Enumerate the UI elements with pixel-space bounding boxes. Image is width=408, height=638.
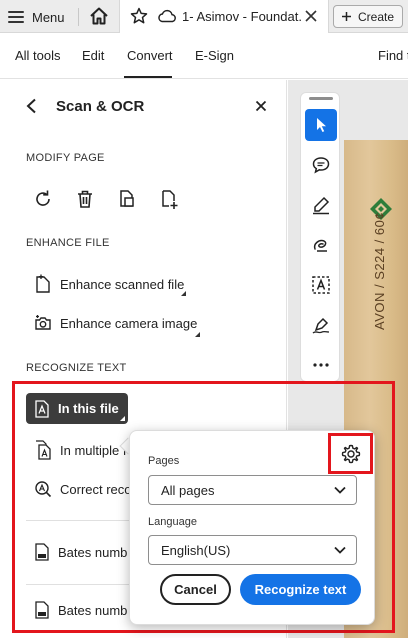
language-select[interactable]: English(US)	[148, 535, 357, 565]
close-panel-icon[interactable]	[255, 100, 267, 112]
more-tools-button[interactable]	[305, 349, 337, 381]
section-recognize-text: RECOGNIZE TEXT	[26, 362, 127, 374]
language-label: Language	[148, 516, 197, 528]
menu-button[interactable]: Menu	[8, 7, 65, 27]
pages-select[interactable]: All pages	[148, 475, 357, 505]
active-menu-indicator	[124, 76, 172, 78]
submenu-corner-icon	[120, 416, 125, 421]
enhance-scanned-file[interactable]: Enhance scanned file	[34, 274, 184, 294]
home-icon[interactable]	[88, 5, 110, 27]
pages-value: All pages	[161, 482, 215, 498]
bates-numbering-1[interactable]: Bates numb	[34, 543, 127, 561]
star-icon[interactable]	[130, 7, 148, 25]
menu-label: Menu	[32, 9, 65, 25]
create-button[interactable]: Create	[333, 5, 403, 28]
back-arrow-icon[interactable]	[24, 98, 40, 114]
text-recognition-icon	[312, 276, 330, 294]
sign-tool-button[interactable]	[305, 309, 337, 341]
tool-menu: All tools Edit Convert E-Sign Find t	[0, 33, 408, 79]
bates-label-1: Bates numb	[58, 544, 128, 560]
enhance-scan-icon	[36, 274, 50, 293]
language-value: English(US)	[161, 542, 231, 558]
enhance-camera-image[interactable]: Enhance camera image	[34, 314, 197, 332]
submenu-corner-icon	[181, 291, 186, 296]
more-icon	[313, 363, 329, 367]
correct-label: Correct reco	[60, 481, 132, 497]
bates-numbering-2[interactable]: Bates numb	[34, 601, 127, 619]
freehand-icon	[313, 239, 327, 252]
hamburger-icon	[8, 11, 24, 23]
bates-icon	[35, 543, 49, 561]
in-this-file-label: In this file	[58, 401, 119, 416]
create-label: Create	[358, 9, 395, 24]
bates-icon	[35, 601, 49, 619]
submenu-corner-icon	[195, 332, 200, 337]
comment-tool-button[interactable]	[305, 149, 337, 181]
document-title: 1- Asimov - Foundat...	[182, 9, 302, 24]
ocr-page-icon	[35, 399, 49, 418]
correct-text-icon	[35, 481, 52, 498]
select-tool-button[interactable]	[305, 109, 337, 141]
cloud-icon	[158, 9, 176, 23]
menu-e-sign[interactable]: E-Sign	[195, 48, 234, 63]
quick-tools-strip	[300, 92, 340, 382]
correct-recognized-text[interactable]: Correct reco	[34, 480, 132, 498]
tab-bar: Menu 1- Asimov - Foundat... Create	[0, 0, 408, 33]
comment-icon	[312, 157, 330, 174]
menu-edit[interactable]: Edit	[82, 48, 104, 63]
gear-icon[interactable]	[341, 444, 361, 464]
in-this-file-button[interactable]: In this file	[26, 393, 128, 424]
delete-icon[interactable]	[74, 188, 96, 210]
pages-label: Pages	[148, 455, 180, 467]
pen-icon	[313, 196, 330, 215]
enhance-camera-label: Enhance camera image	[60, 315, 198, 331]
chevron-down-icon	[334, 486, 346, 494]
menu-all-tools[interactable]: All tools	[15, 48, 61, 63]
ocr-multiple-icon	[36, 440, 51, 460]
tab-separator	[78, 8, 79, 26]
section-enhance-file: ENHANCE FILE	[26, 237, 110, 249]
section-modify-page: MODIFY PAGE	[26, 152, 105, 164]
text-select-tool-button[interactable]	[305, 269, 337, 301]
in-multiple-files[interactable]: In multiple f	[34, 440, 126, 460]
highlight-tool-button[interactable]	[305, 189, 337, 221]
menu-find[interactable]: Find t	[378, 48, 408, 63]
close-tab-icon[interactable]	[304, 9, 318, 23]
plus-icon	[342, 12, 351, 21]
in-multiple-label: In multiple f	[60, 442, 127, 458]
enhance-scanned-label: Enhance scanned file	[60, 276, 185, 292]
chevron-down-icon	[334, 546, 346, 554]
extract-pages-icon[interactable]	[116, 188, 138, 210]
cursor-icon	[317, 118, 326, 132]
drag-handle[interactable]	[309, 97, 333, 100]
bates-label-2: Bates numb	[58, 602, 128, 618]
document-tab[interactable]: 1- Asimov - Foundat...	[119, 0, 329, 33]
panel-title: Scan & OCR	[56, 98, 145, 115]
book-spine-text: AVON / S224 / 60¢	[372, 211, 387, 330]
recognize-text-button[interactable]: Recognize text	[240, 574, 361, 605]
draw-tool-button[interactable]	[305, 229, 337, 261]
signature-icon	[312, 317, 330, 334]
menu-convert[interactable]: Convert	[127, 48, 173, 63]
cancel-button[interactable]: Cancel	[160, 574, 231, 605]
insert-page-icon[interactable]	[158, 188, 180, 210]
rotate-icon[interactable]	[32, 188, 54, 210]
camera-icon	[35, 315, 51, 330]
